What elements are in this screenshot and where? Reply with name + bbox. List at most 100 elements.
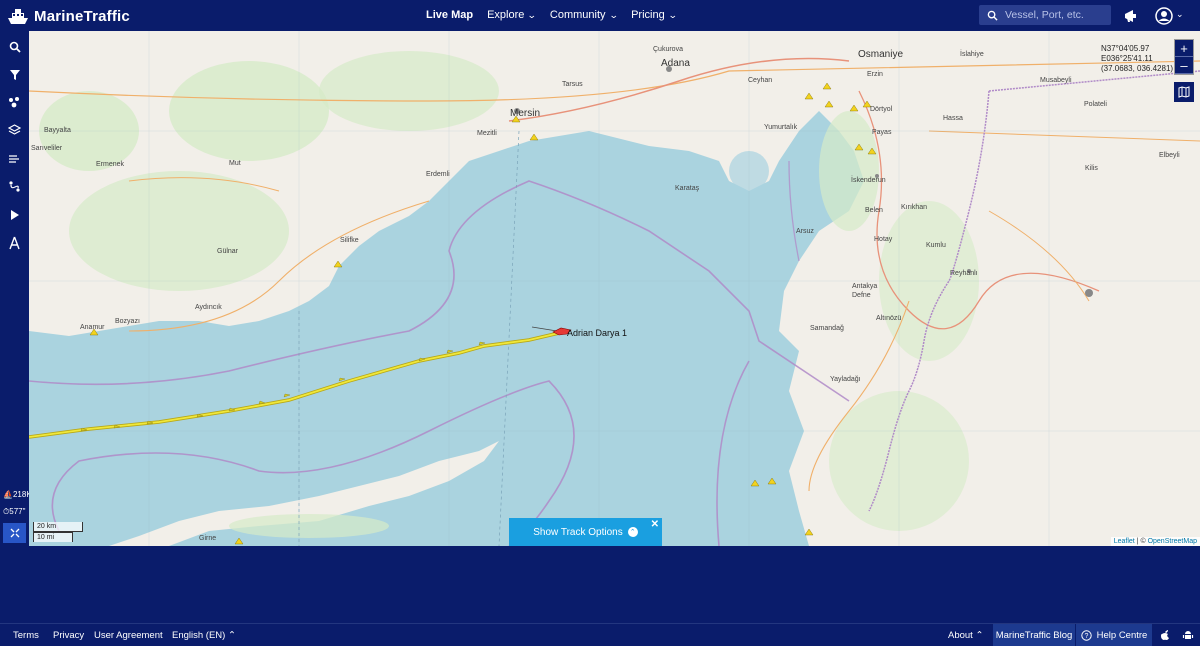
live-map[interactable]: Osmaniye Adana Mersin Tarsus Çukurova Ce… [29, 31, 1200, 546]
nav-explore-label: Explore [487, 9, 525, 21]
zoom-in-button[interactable]: + [1175, 40, 1193, 57]
timer-readout: ⏱577" [3, 507, 26, 516]
leaflet-link[interactable]: Leaflet [1114, 538, 1135, 545]
marinetraffic-logo[interactable]: MarineTraffic [6, 6, 130, 26]
svg-text:?: ? [1084, 633, 1088, 640]
place-label-defne: Defne [852, 292, 871, 299]
nav-live-map[interactable]: Live Map [426, 9, 473, 21]
blog-label: MarineTraffic Blog [995, 629, 1073, 641]
playback-button[interactable] [4, 204, 25, 225]
place-label-anamur: Anamur [80, 324, 105, 331]
place-label-kilis: Kilis [1085, 165, 1098, 172]
chevron-up-icon: ⌃ [627, 527, 638, 537]
nav-community[interactable]: Community ⌄ [549, 9, 619, 21]
language-selector[interactable]: English (EN) ⌃ [172, 630, 236, 641]
ship-logo-icon [8, 9, 28, 24]
search-tool-button[interactable] [4, 36, 25, 57]
place-label-mersin: Mersin [510, 108, 541, 119]
about-link[interactable]: About ⌃ [948, 630, 983, 641]
brand-name: MarineTraffic [34, 7, 130, 25]
place-label-aydincik: Aydıncık [195, 304, 222, 311]
weather-button[interactable] [4, 148, 25, 169]
measure-icon [9, 236, 20, 249]
zoom-out-button[interactable]: – [1175, 57, 1193, 74]
apple-icon[interactable] [1159, 629, 1171, 641]
expand-icon [10, 528, 19, 538]
place-label-samandag: Samandağ [810, 325, 844, 332]
fullscreen-button[interactable] [3, 523, 26, 543]
nav-explore[interactable]: Explore ⌄ [487, 9, 538, 21]
attribution-separator: | © [1134, 538, 1148, 545]
top-navigation-bar: MarineTraffic Live Map Explore ⌄ Communit… [0, 0, 1200, 31]
user-agreement-link[interactable]: User Agreement [94, 630, 163, 641]
place-label-hassa: Hassa [943, 115, 963, 122]
map-type-button[interactable] [1174, 82, 1194, 102]
place-label-bayyalta: Bayyalta [44, 127, 71, 134]
place-label-musabeyli: Musabeyli [1040, 77, 1072, 84]
map-icon [1178, 86, 1190, 98]
vessel-count: ⛵218K [3, 490, 32, 499]
place-label-karatas: Karataş [675, 185, 700, 192]
decimal-coordinates: (37.0683, 036.4281) [1101, 64, 1174, 73]
route-tool-button[interactable] [4, 176, 25, 197]
search-box[interactable] [979, 5, 1111, 25]
place-label-sariveliler: Sarıveliler [31, 145, 63, 152]
privacy-link[interactable]: Privacy [53, 630, 84, 641]
place-label-mut: Mut [229, 160, 241, 167]
close-icon[interactable]: ✕ [651, 519, 659, 530]
place-label-arsuz: Arsuz [796, 228, 814, 235]
user-account-icon[interactable] [1154, 6, 1174, 26]
nav-community-label: Community [549, 9, 606, 21]
search-icon [987, 10, 998, 21]
place-label-kirikhan: Kırıkhan [901, 204, 928, 211]
openstreetmap-link[interactable]: OpenStreetMap [1148, 538, 1197, 545]
filters-button[interactable] [4, 64, 25, 85]
search-input[interactable] [1005, 9, 1105, 21]
chevron-down-icon: ⌄ [667, 9, 678, 20]
nav-pricing-label: Pricing [631, 9, 665, 21]
language-label: English (EN) [172, 630, 226, 641]
place-label-iskenderun: İskenderun [851, 177, 886, 184]
footer-bar: Terms Privacy User Agreement English (EN… [0, 623, 1200, 646]
measure-tool-button[interactable] [4, 232, 25, 253]
nav-pricing[interactable]: Pricing ⌄ [631, 9, 678, 21]
chevron-up-icon: ⌃ [975, 630, 984, 641]
vessel-name-label[interactable]: Adrian Darya 1 [567, 328, 627, 338]
zoom-controls: + – [1174, 39, 1194, 75]
place-label-yayladagi: Yayladağı [830, 376, 861, 383]
show-track-options-button[interactable]: Show Track Options ⌃ ✕ [509, 518, 662, 546]
place-label-gulnar: Gülnar [217, 248, 239, 255]
place-label-ermenek: Ermenek [96, 161, 125, 168]
play-icon [11, 209, 19, 220]
place-label-bozyazi: Bozyazı [115, 318, 140, 325]
place-label-tarsus: Tarsus [562, 81, 583, 88]
latitude-readout: N37°04'05.97 [1101, 44, 1150, 53]
announcements-icon[interactable] [1121, 6, 1141, 26]
place-label-osmaniye: Osmaniye [858, 49, 904, 60]
terms-link[interactable]: Terms [13, 630, 39, 641]
chevron-down-icon: ⌄ [527, 9, 538, 20]
main-nav: Live Map Explore ⌄ Community ⌄ Pricing ⌄ [426, 9, 690, 21]
help-centre-link[interactable]: ? Help Centre [1076, 624, 1152, 646]
scale-km: 20 km [33, 522, 83, 532]
map-attribution: Leaflet | © OpenStreetMap [1110, 537, 1200, 546]
cursor-coordinates: N37°04'05.97 E036°25'41.11 (37.0683, 036… [1101, 44, 1173, 74]
help-icon: ? [1080, 629, 1092, 641]
place-label-altinozu: Altınözü [876, 315, 902, 322]
chevron-down-icon[interactable]: ⌄ [1176, 9, 1184, 20]
layers-button[interactable] [4, 120, 25, 141]
place-label-antakya: Antakya [852, 283, 878, 290]
blog-link[interactable]: MarineTraffic Blog [993, 624, 1075, 646]
weather-icon [9, 155, 19, 163]
chevron-up-icon: ⌃ [227, 630, 236, 641]
place-label-payas: Payas [872, 129, 892, 136]
android-icon[interactable] [1182, 629, 1194, 641]
density-maps-button[interactable] [4, 92, 25, 113]
chevron-down-icon: ⌄ [608, 9, 619, 20]
layers-icon [8, 124, 21, 135]
place-label-adana: Adana [661, 58, 690, 69]
place-label-erzin: Erzin [867, 71, 883, 78]
place-label-yumurtalik: Yumurtalık [764, 124, 798, 131]
map-scale: 20 km 10 mi [33, 522, 83, 542]
filter-icon [9, 69, 20, 80]
